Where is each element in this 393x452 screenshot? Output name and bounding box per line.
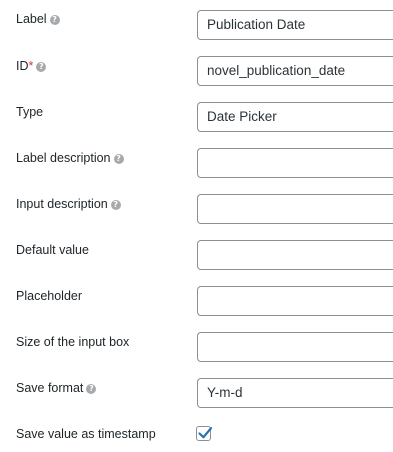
help-icon[interactable]: ? (36, 62, 47, 72)
default-value-field-label: Default value (16, 243, 89, 257)
timestamp-checkbox[interactable] (196, 426, 213, 441)
id-field-label: ID*? (16, 58, 47, 74)
default-value-input[interactable] (197, 240, 393, 270)
label-description-input[interactable] (197, 148, 393, 178)
save-format-input[interactable]: Y-m-d (197, 378, 393, 408)
type-select[interactable]: Date Picker (197, 102, 393, 132)
required-mark: * (28, 59, 34, 73)
id-input[interactable]: novel_publication_date (197, 56, 393, 86)
help-icon[interactable]: ? (49, 15, 60, 25)
input-description-label-text: Input description (16, 197, 108, 211)
size-input[interactable] (197, 332, 393, 362)
checkmark-icon (198, 427, 213, 439)
help-icon[interactable]: ? (110, 200, 121, 210)
help-icon[interactable]: ? (86, 384, 97, 394)
label-field-label: Label? (16, 11, 60, 27)
help-icon[interactable]: ? (113, 154, 124, 164)
placeholder-input[interactable] (197, 286, 393, 316)
save-format-label-text: Save format (16, 381, 84, 395)
save-format-field-label: Save format? (16, 380, 97, 396)
input-description-input[interactable] (197, 194, 393, 224)
placeholder-field-label: Placeholder (16, 289, 83, 303)
label-description-field-label: Label description? (16, 150, 124, 166)
field-settings-form: Label? Publication Date ID*? novel_publi… (0, 0, 393, 452)
type-field-label: Type (16, 105, 44, 119)
timestamp-field-label: Save value as timestamp (16, 427, 156, 441)
input-description-field-label: Input description? (16, 196, 121, 212)
label-field-label-text: Label (16, 12, 47, 26)
id-field-label-text: ID (16, 59, 29, 73)
size-field-label: Size of the input box (16, 335, 130, 349)
label-description-label-text: Label description (16, 151, 111, 165)
label-input[interactable]: Publication Date (197, 10, 393, 40)
